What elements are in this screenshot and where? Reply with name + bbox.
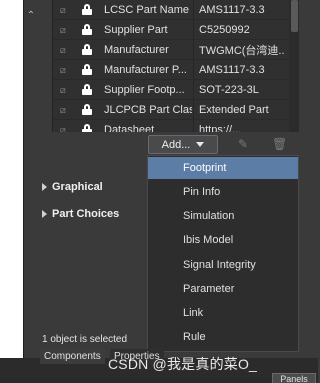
lock-icon[interactable]: [82, 84, 92, 95]
section-label: Graphical: [52, 181, 103, 193]
scrollbar-thumb[interactable]: [291, 0, 298, 32]
parameter-value[interactable]: TWGMC(台湾迪...: [199, 42, 285, 58]
eye-hidden-icon[interactable]: ⧄: [60, 5, 70, 15]
expand-arrow-icon: [42, 183, 47, 191]
section-graphical[interactable]: Graphical: [42, 179, 103, 195]
parameter-row[interactable]: ⧄ Supplier Part C5250992: [53, 20, 289, 40]
collapse-up-icon[interactable]: ⌃: [26, 10, 36, 22]
parameter-name: JLCPCB Part Class: [104, 103, 192, 116]
eye-hidden-icon[interactable]: ⧄: [60, 25, 70, 35]
menu-item-parameter[interactable]: Parameter: [148, 278, 298, 300]
expand-arrow-icon: [42, 210, 47, 218]
parameter-value[interactable]: https://...: [199, 124, 285, 133]
parameter-value[interactable]: SOT-223-3L: [199, 84, 285, 96]
parameter-row[interactable]: ⧄ JLCPCB Part Class Extended Part: [53, 100, 289, 120]
parameter-name: Datasheet: [104, 123, 155, 133]
lock-icon[interactable]: [82, 64, 92, 75]
lock-icon[interactable]: [82, 24, 92, 35]
parameter-value[interactable]: Extended Part: [199, 104, 285, 116]
parameter-value[interactable]: AMS1117-3.3: [199, 64, 285, 76]
tab-components[interactable]: Components: [40, 349, 105, 364]
add-button-label: Add...: [161, 138, 191, 151]
panels-button[interactable]: Panels: [272, 373, 316, 383]
eye-hidden-icon[interactable]: ⧄: [60, 85, 70, 95]
trash-icon[interactable]: 🗑: [272, 137, 287, 151]
section-part-choices[interactable]: Part Choices: [42, 206, 119, 222]
parameters-table: ⧄ LCSC Part Name AMS1117-3.3 ⧄ Supplier …: [52, 0, 299, 132]
parameter-row[interactable]: ⧄ LCSC Part Name AMS1117-3.3: [53, 0, 289, 20]
parameter-row[interactable]: ⧄ Supplier Footp... SOT-223-3L: [53, 80, 289, 100]
menu-item-signal-integrity[interactable]: Signal Integrity: [148, 254, 298, 276]
vertical-scrollbar[interactable]: [289, 0, 299, 132]
selection-status: 1 object is selected: [42, 334, 128, 345]
pencil-icon[interactable]: ✎: [236, 137, 250, 151]
parameter-name: Supplier Part: [104, 23, 168, 36]
menu-item-footprint[interactable]: Footprint: [148, 157, 298, 179]
eye-hidden-icon[interactable]: ⧄: [60, 105, 70, 115]
menu-item-ibis-model[interactable]: Ibis Model: [148, 229, 298, 251]
lock-icon[interactable]: [82, 4, 92, 15]
parameter-row[interactable]: ⧄ Manufacturer TWGMC(台湾迪...: [53, 40, 289, 60]
chevron-down-icon: [196, 142, 205, 147]
parameter-name: LCSC Part Name: [104, 3, 189, 16]
eye-hidden-icon[interactable]: ⧄: [60, 125, 70, 133]
lock-icon[interactable]: [82, 124, 92, 132]
parameter-name: Manufacturer: [104, 43, 169, 56]
parameter-row[interactable]: ⧄ Manufacturer P... AMS1117-3.3: [53, 60, 289, 80]
parameter-row[interactable]: ⧄ Datasheet https://...: [53, 120, 289, 132]
section-label: Part Choices: [52, 208, 120, 220]
parameter-name: Manufacturer P...: [104, 63, 187, 76]
menu-item-rule[interactable]: Rule: [148, 326, 298, 348]
watermark-text: CSDN @我是真的菜O_: [108, 356, 258, 372]
add-dropdown-menu: Footprint Pin Info Simulation Ibis Model…: [147, 155, 299, 352]
parameter-value[interactable]: AMS1117-3.3: [199, 4, 285, 16]
lock-icon[interactable]: [82, 104, 92, 115]
parameter-name: Supplier Footp...: [104, 83, 185, 96]
lock-icon[interactable]: [82, 44, 92, 55]
eye-hidden-icon[interactable]: ⧄: [60, 45, 70, 55]
document-canvas[interactable]: [0, 0, 24, 358]
menu-item-simulation[interactable]: Simulation: [148, 205, 298, 227]
parameter-value[interactable]: C5250992: [199, 24, 285, 36]
add-button[interactable]: Add...: [148, 135, 218, 154]
menu-item-link[interactable]: Link: [148, 302, 298, 324]
menu-item-pin-info[interactable]: Pin Info: [148, 181, 298, 203]
eye-hidden-icon[interactable]: ⧄: [60, 65, 70, 75]
